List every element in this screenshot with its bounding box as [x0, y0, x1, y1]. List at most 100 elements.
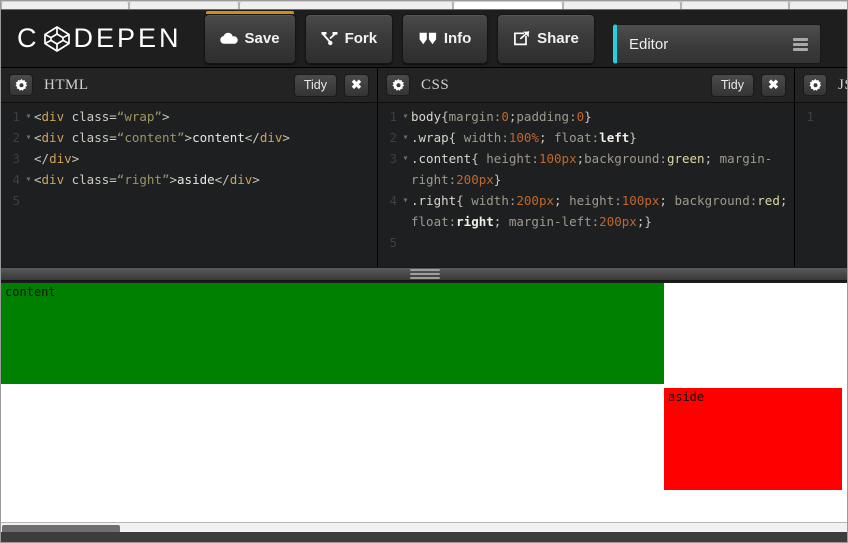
fold-marker-icon[interactable]: ▾	[400, 148, 411, 169]
editor-panes: HTML Tidy ✖ 1 ▾ <div class=“wrap”> 2 ▾ <div c…	[1, 68, 847, 267]
browser-tab-0[interactable]	[1, 1, 129, 9]
logo-text-right: DEPEN	[73, 23, 182, 53]
window-bottom-bar	[1, 532, 847, 542]
code-line: 1 ▾ body{margin:0;padding:0}	[378, 106, 794, 127]
gear-icon[interactable]	[803, 74, 827, 96]
codepen-window: C DEPEN Save Fork Info Share Editor HTML…	[0, 0, 848, 543]
code-text: body{margin:0;padding:0}	[411, 109, 592, 124]
codepen-toolbar: C DEPEN Save Fork Info Share Editor	[1, 10, 847, 68]
css-tidy-label: Tidy	[720, 78, 744, 92]
html-pane-actions: Tidy ✖	[293, 73, 369, 97]
html-pane-header: HTML Tidy ✖	[1, 68, 377, 103]
js-pane: JS 1	[795, 68, 847, 267]
info-button-label: Info	[443, 30, 472, 47]
gear-icon[interactable]	[9, 74, 33, 96]
css-code-editor[interactable]: 1 ▾ body{margin:0;padding:0} 2 ▾ .wrap{ width…	[378, 103, 794, 267]
browser-tab-4[interactable]	[563, 1, 682, 9]
editor-preview-resizer[interactable]	[1, 267, 847, 281]
line-number: 4	[389, 193, 397, 208]
preview-content-box: content	[1, 283, 664, 384]
code-line: 4 ▾ <div class=“right”>aside</div>	[1, 169, 377, 190]
info-icon	[419, 32, 437, 45]
fork-icon	[321, 31, 338, 46]
browser-tab-3[interactable]	[453, 1, 564, 9]
css-tidy-button[interactable]: Tidy	[710, 73, 754, 97]
fold-marker-icon[interactable]: ▾	[23, 169, 34, 190]
toolbar-actions: Save Fork Info Share	[203, 10, 595, 64]
line-number: 2	[389, 130, 397, 145]
logo-text-left: C	[17, 23, 40, 53]
fold-marker-icon[interactable]: ▾	[23, 106, 34, 127]
preview-content-label: content	[5, 285, 56, 299]
browser-tab-1[interactable]	[128, 1, 239, 9]
html-pane-title: HTML	[44, 76, 89, 93]
code-line: 2 ▾ <div class=“content”>content</div>	[1, 127, 377, 148]
html-close-button[interactable]: ✖	[344, 73, 369, 97]
fold-marker-icon[interactable]: ▾	[400, 127, 411, 148]
line-number: 1	[12, 109, 20, 124]
css-pane-header: CSS Tidy ✖	[378, 68, 794, 103]
code-text: <div class=“wrap”>	[34, 109, 170, 124]
preview-aside-box: aside	[664, 388, 842, 490]
resizer-grip-icon	[410, 269, 440, 279]
code-text: <div class=“content”>content</div>	[34, 130, 290, 145]
browser-tab-strip	[1, 1, 847, 10]
browser-tab-6[interactable]	[789, 1, 847, 9]
code-text: <div class=“right”>aside</div>	[34, 172, 260, 187]
js-code-editor[interactable]: 1	[795, 103, 847, 267]
css-close-label: ✖	[768, 77, 779, 92]
fork-button[interactable]: Fork	[304, 13, 394, 64]
fork-button-label: Fork	[344, 30, 378, 47]
browser-tab-2[interactable]	[238, 1, 454, 9]
share-button[interactable]: Share	[497, 13, 595, 64]
preview-result-panel: content aside	[1, 281, 847, 534]
browser-tab-5[interactable]	[681, 1, 790, 9]
codepen-logo-icon	[42, 24, 72, 54]
code-line: 2 ▾ .wrap{ width:100%; float:left}	[378, 127, 794, 148]
html-code-editor[interactable]: 1 ▾ <div class=“wrap”> 2 ▾ <div class=“conten…	[1, 103, 377, 267]
code-line: 1	[795, 106, 847, 127]
fold-marker-icon[interactable]: ▾	[23, 127, 34, 148]
info-button[interactable]: Info	[402, 13, 489, 64]
line-number: 2	[12, 130, 20, 145]
code-text: .wrap{ width:100%; float:left}	[411, 130, 637, 145]
gear-icon[interactable]	[386, 74, 410, 96]
css-pane-title: CSS	[421, 76, 450, 93]
css-pane: CSS Tidy ✖ 1 ▾ body{margin:0;padding:0} 2 ▾.…	[378, 68, 795, 267]
preview-aside-label: aside	[668, 390, 705, 404]
html-tidy-label: Tidy	[303, 78, 327, 92]
line-number: 3	[12, 151, 20, 166]
js-pane-title: JS	[838, 76, 847, 93]
code-line: 3 ▾ .content{ height:100px;background:gree…	[378, 148, 794, 190]
code-line: 3 </div>	[1, 148, 377, 169]
fold-marker-icon[interactable]: ▾	[400, 106, 411, 127]
fold-marker-icon[interactable]: ▾	[400, 190, 411, 211]
html-close-label: ✖	[351, 77, 362, 92]
editor-view-selector-label: Editor	[629, 35, 669, 53]
share-button-label: Share	[537, 30, 579, 47]
line-number: 5	[389, 235, 397, 250]
line-number: 4	[12, 172, 20, 187]
save-button[interactable]: Save	[203, 10, 296, 64]
line-number: 1	[389, 109, 397, 124]
editor-view-selector[interactable]: Editor	[613, 24, 821, 64]
line-number: 1	[806, 109, 814, 124]
hamburger-icon[interactable]	[793, 37, 808, 51]
code-line: 5	[378, 232, 794, 253]
code-text: .content{ height:100px;background:green;…	[411, 151, 773, 187]
code-line: 5	[1, 190, 377, 211]
css-pane-actions: Tidy ✖	[710, 73, 786, 97]
code-line: 4 ▾ .right{ width:200px; height:100px; bac…	[378, 190, 794, 232]
line-number: 3	[389, 151, 397, 166]
html-tidy-button[interactable]: Tidy	[293, 73, 337, 97]
codepen-logo[interactable]: C DEPEN	[17, 23, 182, 54]
line-number: 5	[12, 193, 20, 208]
save-button-label: Save	[244, 30, 280, 47]
code-text: </div>	[34, 151, 80, 166]
code-text: .right{ width:200px; height:100px; backg…	[411, 193, 788, 229]
cloud-icon	[219, 32, 238, 45]
code-line: 1 ▾ <div class=“wrap”>	[1, 106, 377, 127]
js-pane-header: JS	[795, 68, 847, 103]
html-pane: HTML Tidy ✖ 1 ▾ <div class=“wrap”> 2 ▾ <div c…	[1, 68, 378, 267]
css-close-button[interactable]: ✖	[761, 73, 786, 97]
